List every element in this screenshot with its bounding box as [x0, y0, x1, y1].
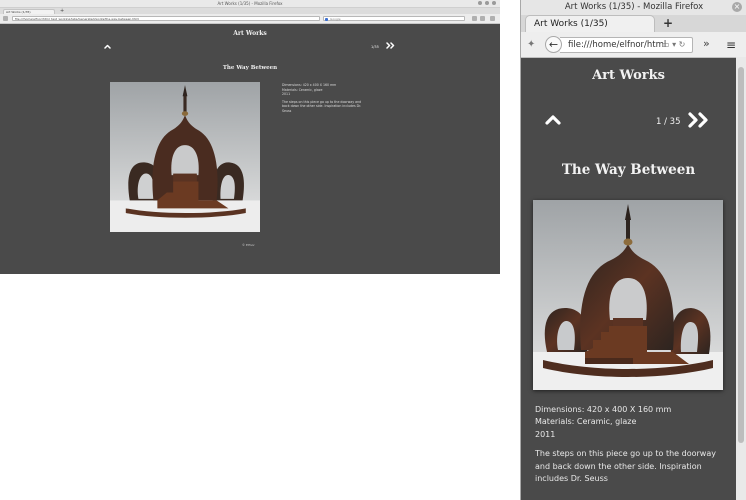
new-tab-button[interactable]: + — [663, 16, 673, 31]
puzzle-icon[interactable]: ✦ — [527, 38, 540, 51]
window-title: Art Works (1/35) - Mozilla Firefox — [217, 1, 283, 6]
work-title: The Way Between — [561, 162, 696, 178]
copyright-text: © Elfnor — [242, 243, 255, 247]
reader-icon[interactable]: ▭ — [662, 40, 670, 49]
double-chevron-right-icon[interactable] — [386, 42, 395, 51]
page-content: Art Works 1 / 35 The Way Between Dimensi… — [521, 57, 736, 500]
site-title[interactable]: Art Works — [0, 30, 500, 37]
sculpture-image[interactable] — [110, 82, 260, 232]
scrollbar[interactable] — [736, 57, 746, 500]
window-controls — [478, 1, 496, 5]
reload-icon[interactable]: ↻ — [679, 40, 686, 49]
materials-text: Materials: Ceramic, glaze — [535, 417, 637, 427]
google-icon — [325, 18, 328, 21]
navigation-toolbar: ✦ file:///home/elfnor/html ← ▭ ▾ ↻ » ≡ — [521, 32, 746, 58]
search-placeholder: Google — [330, 17, 341, 21]
work-details: Dimensions: 420 x 400 X 160 mm Materials… — [535, 404, 733, 492]
window-titlebar: Art Works (1/35) - Mozilla Firefox × — [521, 0, 746, 15]
back-arrow-icon[interactable] — [3, 16, 8, 21]
work-title: The Way Between — [222, 65, 278, 71]
narrow-browser-window: Art Works (1/35) - Mozilla Firefox × Art… — [520, 0, 746, 500]
description-line: The steps on this piece go up to the doo… — [535, 449, 716, 459]
sculpture-image[interactable] — [533, 200, 723, 390]
dimensions-text: Dimensions: 420 x 400 X 160 mm — [535, 405, 672, 414]
maximize-icon[interactable] — [485, 1, 489, 5]
url-bar-icons: ▭ ▾ ↻ — [662, 40, 685, 49]
tab-art-works[interactable]: Art Works (1/35) — [525, 15, 655, 32]
wide-browser-window: Art Works (1/35) - Mozilla Firefox Art W… — [0, 0, 500, 274]
description-line: includes Dr. Seuss — [535, 474, 608, 484]
page-counter: 1/35 — [371, 45, 379, 49]
double-chevron-right-icon[interactable] — [688, 112, 710, 132]
page-counter: 1 / 35 — [656, 117, 681, 127]
work-details: Dimensions: 420 x 400 X 160 mm Materials… — [282, 83, 362, 117]
window-titlebar: Art Works (1/35) - Mozilla Firefox — [0, 0, 500, 8]
tab-strip: Art Works (1/35) + — [521, 15, 746, 32]
download-icon[interactable] — [472, 16, 477, 21]
home-icon[interactable] — [480, 16, 485, 21]
close-icon[interactable]: × — [732, 2, 742, 12]
back-arrow-icon[interactable]: ← — [545, 36, 562, 53]
description-line: and back down the other side. Inspiratio… — [535, 461, 702, 471]
chevron-up-icon[interactable] — [104, 43, 111, 51]
year-text: 2011 — [282, 92, 291, 97]
close-icon[interactable] — [492, 1, 496, 5]
window-title: Art Works (1/35) - Mozilla Firefox — [564, 2, 704, 12]
site-title[interactable]: Art Works — [521, 68, 736, 83]
hamburger-menu-icon[interactable] — [490, 16, 495, 21]
description-text: The steps on this piece go up to the doo… — [282, 99, 362, 113]
double-chevron-right-icon[interactable]: » — [703, 37, 710, 50]
year-text: 2011 — [535, 429, 556, 439]
dropdown-icon[interactable]: ▾ — [672, 40, 676, 49]
search-input[interactable]: Google — [323, 16, 465, 21]
chevron-up-icon[interactable] — [545, 110, 561, 129]
description-text: The steps on this piece go up to the doo… — [535, 448, 733, 485]
scrollbar-thumb[interactable] — [738, 67, 744, 443]
minimize-icon[interactable] — [478, 1, 482, 5]
page-content: Art Works 1/35 The Way Between Dimension… — [0, 23, 500, 274]
url-bar[interactable]: file:///home/elfnor/html_test_working/la… — [12, 16, 320, 21]
hamburger-menu-icon[interactable]: ≡ — [726, 38, 736, 52]
